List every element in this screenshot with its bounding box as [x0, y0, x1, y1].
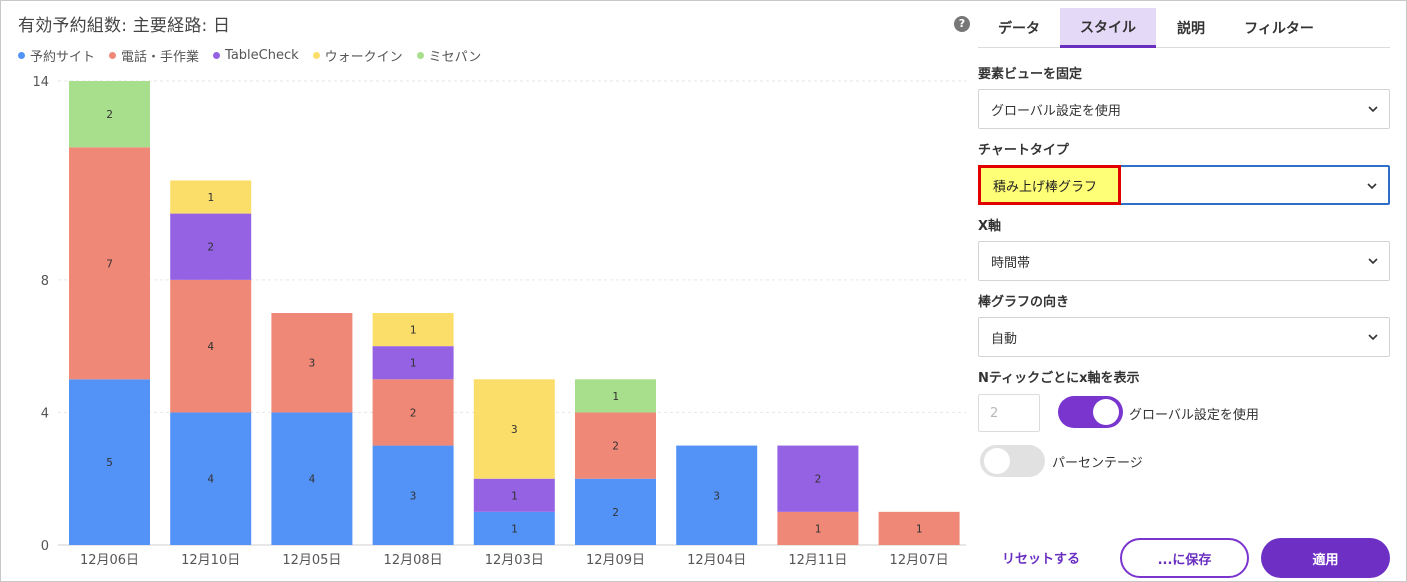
- tab-filter[interactable]: フィルター: [1226, 8, 1332, 48]
- legend-item-tablecheck[interactable]: TableCheck: [213, 46, 299, 65]
- x-tick-label: 12月08日: [384, 553, 443, 568]
- apply-button[interactable]: 適用: [1261, 538, 1390, 578]
- data-label: 4: [207, 473, 214, 486]
- data-label: 2: [815, 473, 822, 486]
- legend-dot-icon: [213, 52, 221, 59]
- x-tick-label: 12月11日: [788, 553, 847, 568]
- app-frame: 有効予約組数: 主要経路: 日 予約サイト 電話・手作業 TableCheck …: [0, 0, 1407, 582]
- data-label: 1: [916, 522, 923, 535]
- y-tick-label: 14: [32, 75, 49, 90]
- data-label: 4: [207, 340, 214, 353]
- pin-view-label: 要素ビューを固定: [978, 67, 1083, 82]
- stacked-bar-chart: 0 4 8 14 5 7 2 12月06日 4 4 2 1 12月10日 4 3 12月05日 3 2 1 1 12月0…: [32, 75, 966, 568]
- x-tick-label: 12月03日: [485, 553, 544, 568]
- legend-dot-icon: [18, 52, 25, 59]
- tab-style[interactable]: スタイル: [1060, 8, 1156, 48]
- data-label: 1: [207, 191, 214, 204]
- data-label: 1: [612, 390, 619, 403]
- chart-title: 有効予約組数: 主要経路: 日: [18, 16, 231, 36]
- data-label: 2: [410, 406, 417, 419]
- data-label: 1: [410, 324, 417, 337]
- data-label: 5: [106, 456, 113, 469]
- x-axis-label: X軸: [978, 219, 1002, 234]
- save-to-button[interactable]: ...に保存: [1120, 538, 1249, 578]
- y-tick-label: 4: [41, 406, 49, 421]
- data-label: 1: [511, 522, 518, 535]
- reset-button[interactable]: リセットする: [1002, 548, 1080, 567]
- legend-label: 予約サイト: [30, 50, 96, 65]
- chevron-down-icon: [1367, 183, 1377, 190]
- x-tick-label: 12月09日: [586, 553, 645, 568]
- legend-item-reservation-site[interactable]: 予約サイト: [18, 46, 95, 65]
- legend-dot-icon: [109, 52, 117, 59]
- x-tick-label: 12月04日: [687, 553, 746, 568]
- bar-direction-label: 棒グラフの向き: [978, 295, 1070, 310]
- style-settings-panel: データ スタイル 説明 フィルター 要素ビューを固定 グローバル設定を使用 チャ…: [978, 1, 1390, 582]
- legend-item-walk-in[interactable]: ウォークイン: [312, 46, 403, 65]
- chart-type-highlight: 積み上げ棒グラフ: [978, 165, 1121, 205]
- pin-view-select[interactable]: グローバル設定を使用: [978, 89, 1390, 129]
- data-label: 3: [713, 489, 720, 502]
- x-tick-label: 12月06日: [80, 553, 139, 568]
- legend-label: ミセパン: [428, 50, 482, 65]
- chevron-down-icon: [1368, 106, 1378, 113]
- toggle-knob: [984, 448, 1010, 474]
- legend-item-misepan[interactable]: ミセパン: [416, 46, 482, 65]
- percentage-toggle-label: パーセンテージ: [1052, 456, 1143, 471]
- global-setting-toggle-label: グローバル設定を使用: [1129, 408, 1259, 423]
- panel-tabs: データ スタイル 説明 フィルター: [978, 8, 1390, 48]
- data-label: 7: [106, 257, 113, 270]
- legend-dot-icon: [416, 52, 424, 59]
- pin-view-value: グローバル設定を使用: [991, 103, 1121, 119]
- nth-tick-label: Nティックごとにx軸を表示: [978, 371, 1140, 386]
- x-tick-label: 12月10日: [181, 553, 240, 568]
- data-label: 2: [106, 108, 113, 121]
- chart-legend: 予約サイト 電話・手作業 TableCheck ウォークイン ミセパン: [18, 46, 481, 65]
- tab-data[interactable]: データ: [978, 8, 1060, 48]
- x-axis-value: 時間帯: [991, 255, 1031, 271]
- data-label: 3: [410, 489, 417, 502]
- nth-tick-input[interactable]: 2: [978, 394, 1040, 432]
- nth-tick-placeholder: 2: [990, 405, 999, 421]
- y-tick-label: 0: [41, 539, 49, 554]
- data-label: 1: [815, 522, 822, 535]
- x-axis-select[interactable]: 時間帯: [978, 241, 1390, 281]
- toggle-knob: [1093, 399, 1119, 425]
- legend-item-phone[interactable]: 電話・手作業: [109, 46, 199, 65]
- data-label: 4: [309, 473, 316, 486]
- data-label: 2: [612, 440, 619, 453]
- chart-type-select[interactable]: 積み上げ棒グラフ: [978, 165, 1390, 205]
- chevron-down-icon: [1368, 258, 1378, 265]
- legend-dot-icon: [312, 52, 320, 59]
- tab-description[interactable]: 説明: [1156, 8, 1226, 48]
- data-label: 3: [309, 357, 316, 370]
- chevron-down-icon: [1368, 334, 1378, 341]
- x-tick-label: 12月07日: [890, 553, 949, 568]
- legend-label: 電話・手作業: [121, 50, 200, 65]
- data-label: 3: [511, 423, 518, 436]
- y-tick-label: 8: [41, 274, 49, 289]
- legend-label: ウォークイン: [324, 50, 403, 65]
- data-label: 1: [511, 489, 518, 502]
- bar-direction-value: 自動: [991, 331, 1018, 347]
- legend-label: TableCheck: [225, 48, 299, 63]
- percentage-toggle[interactable]: [980, 445, 1045, 477]
- help-icon[interactable]: ?: [954, 16, 970, 32]
- data-label: 2: [612, 506, 619, 519]
- x-tick-label: 12月05日: [282, 553, 341, 568]
- data-label: 2: [207, 241, 214, 254]
- data-label: 1: [410, 357, 417, 370]
- bar-direction-select[interactable]: 自動: [978, 317, 1390, 357]
- chart-type-value: 積み上げ棒グラフ: [993, 179, 1098, 195]
- global-setting-toggle[interactable]: [1058, 396, 1123, 428]
- chart-type-label: チャートタイプ: [978, 143, 1069, 158]
